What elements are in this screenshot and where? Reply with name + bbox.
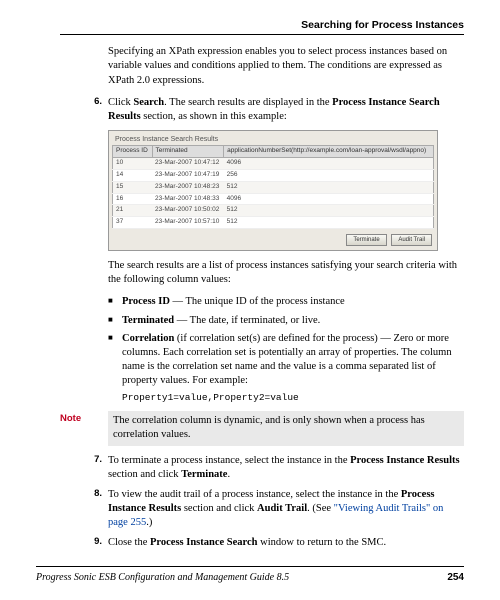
terminate-button[interactable]: Terminate: [346, 234, 386, 246]
bullet-icon: ■: [108, 314, 122, 328]
table-cell: 23-Mar-2007 10:47:19: [152, 170, 224, 182]
table-cell: 14: [113, 170, 153, 182]
table-cell: 512: [224, 181, 434, 193]
table-cell: 23-Mar-2007 10:47:12: [152, 158, 224, 170]
page-footer: Progress Sonic ESB Configuration and Man…: [36, 566, 464, 585]
table-cell: 23-Mar-2007 10:50:02: [152, 205, 224, 217]
list-item: ■ Correlation (if correlation set(s) are…: [108, 332, 464, 389]
text: window to return to the SMC.: [258, 537, 387, 548]
col-process-id: Process ID: [113, 146, 153, 158]
table-cell: 10: [113, 158, 153, 170]
text: section and click: [108, 469, 181, 480]
code-example: Property1=value,Property2=value: [122, 392, 464, 405]
section-header: Searching for Process Instances: [60, 18, 464, 32]
table-row: 1523-Mar-2007 10:48:23512: [113, 181, 434, 193]
text: .): [146, 517, 152, 528]
table-cell: 512: [224, 217, 434, 229]
step-text: To terminate a process instance, select …: [108, 454, 464, 482]
col-terminated: Terminated: [152, 146, 224, 158]
bold-term: Process Instance Results: [350, 455, 459, 466]
note-block: Note The correlation column is dynamic, …: [60, 411, 464, 445]
header-rule: [60, 34, 464, 35]
bold-term: Audit Trail: [257, 503, 307, 514]
step-number: 9.: [88, 536, 108, 550]
bold-term: Process Instance Search: [150, 537, 258, 548]
list-item: ■ Process ID — The unique ID of the proc…: [108, 295, 464, 309]
bold-term: Search: [133, 97, 164, 108]
table-cell: 16: [113, 193, 153, 205]
list-item: ■ Terminated — The date, if terminated, …: [108, 314, 464, 328]
footer-page-number: 254: [447, 571, 464, 585]
column-bullet-list: ■ Process ID — The unique ID of the proc…: [108, 295, 464, 388]
bold-term: Process ID: [122, 296, 170, 307]
table-cell: 15: [113, 181, 153, 193]
note-body: The correlation column is dynamic, and i…: [108, 411, 464, 445]
table-cell: 256: [224, 170, 434, 182]
step-number: 6.: [88, 96, 108, 124]
text: To terminate a process instance, select …: [108, 455, 350, 466]
table-cell: 23-Mar-2007 10:57:10: [152, 217, 224, 229]
note-label: Note: [60, 411, 108, 426]
table-row: 1023-Mar-2007 10:47:124096: [113, 158, 434, 170]
step-8: 8. To view the audit trail of a process …: [88, 488, 464, 531]
table-cell: 23-Mar-2007 10:48:33: [152, 193, 224, 205]
table-row: 3723-Mar-2007 10:57:10512: [113, 217, 434, 229]
table-row: 1423-Mar-2007 10:47:19256: [113, 170, 434, 182]
text: .: [227, 469, 230, 480]
step-text: Close the Process Instance Search window…: [108, 536, 464, 550]
results-paragraph: The search results are a list of process…: [108, 259, 464, 287]
screenshot-title: Process Instance Search Results: [112, 134, 434, 145]
search-results-screenshot: Process Instance Search Results Process …: [108, 130, 438, 251]
step-6: 6. Click Search. The search results are …: [88, 96, 464, 124]
bold-term: Terminate: [181, 469, 227, 480]
step-text: To view the audit trail of a process ins…: [108, 488, 464, 531]
step-7: 7. To terminate a process instance, sele…: [88, 454, 464, 482]
bold-term: Correlation: [122, 333, 174, 344]
results-table: Process ID Terminated applicationNumberS…: [112, 145, 434, 228]
table-cell: 4096: [224, 193, 434, 205]
step-9: 9. Close the Process Instance Search win…: [88, 536, 464, 550]
table-cell: 512: [224, 205, 434, 217]
text: section, as shown in this example:: [141, 111, 287, 122]
bullet-icon: ■: [108, 332, 122, 389]
text: . (See: [307, 503, 334, 514]
intro-paragraph: Specifying an XPath expression enables y…: [108, 45, 464, 88]
table-row: 1623-Mar-2007 10:48:334096: [113, 193, 434, 205]
text: . The search results are displayed in th…: [164, 97, 332, 108]
bold-term: Terminated: [122, 315, 174, 326]
text: To view the audit trail of a process ins…: [108, 489, 401, 500]
bullet-icon: ■: [108, 295, 122, 309]
text: Click: [108, 97, 133, 108]
screenshot-buttons: Terminate Audit Trail: [112, 229, 434, 247]
text: section and click: [181, 503, 257, 514]
table-row: 2123-Mar-2007 10:50:02512: [113, 205, 434, 217]
text: Close the: [108, 537, 150, 548]
audit-trail-button[interactable]: Audit Trail: [391, 234, 432, 246]
footer-doc-title: Progress Sonic ESB Configuration and Man…: [36, 571, 289, 585]
step-number: 8.: [88, 488, 108, 531]
table-cell: 23-Mar-2007 10:48:23: [152, 181, 224, 193]
text: — The unique ID of the process instance: [170, 296, 345, 307]
table-cell: 37: [113, 217, 153, 229]
text: — The date, if terminated, or live.: [174, 315, 320, 326]
step-text: Click Search. The search results are dis…: [108, 96, 464, 124]
table-cell: 4096: [224, 158, 434, 170]
col-correlation: applicationNumberSet(http://example.com/…: [224, 146, 434, 158]
step-number: 7.: [88, 454, 108, 482]
table-cell: 21: [113, 205, 153, 217]
